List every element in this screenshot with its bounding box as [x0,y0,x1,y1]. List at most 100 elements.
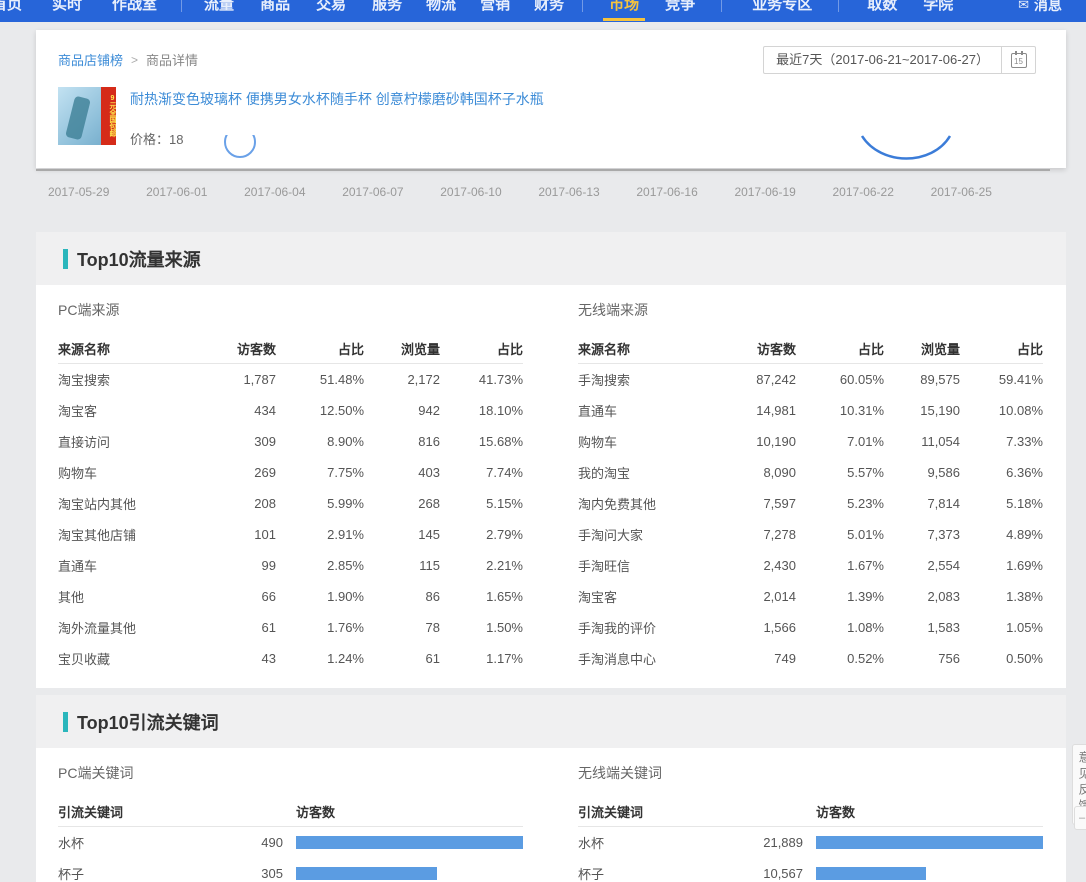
calendar-icon: 15 [1011,53,1027,68]
source-name: 淘宝客 [58,401,206,420]
source-name: 手淘搜索 [578,370,726,389]
views-pct-value: 18.10% [440,403,523,418]
trend-line-svg [36,135,1066,168]
table-row: 直通车 99 2.85% 115 2.21% [58,550,523,581]
axis-date-label: 2017-06-16 [636,185,697,199]
views-value: 268 [364,496,440,511]
table-header-row: 来源名称 访客数 占比 浏览量 占比 [58,334,523,364]
top-navbar: 首页 实时 作战室 流量 商品 交易 服务 物流 营销 财务 市场 竞争 业务专… [0,0,1086,22]
nav-item-realtime[interactable]: 实时 [52,0,82,22]
nav-item-logistics[interactable]: 物流 [426,0,456,22]
table-subtitle: 无线端来源 [578,300,1043,320]
nav-item-home[interactable]: 首页 [0,0,22,22]
visitors-value: 1,787 [206,372,276,387]
views-value: 816 [364,434,440,449]
axis-date-label: 2017-05-29 [48,185,109,199]
views-value: 145 [364,527,440,542]
keyword-bar [296,836,523,849]
views-value: 89,575 [884,372,960,387]
pc-keywords-table: PC端关键词 引流关键词 访客数 水杯 490 杯子 [58,763,523,882]
axis-date-label: 2017-06-07 [342,185,403,199]
date-range-label[interactable]: 最近7天（2017-06-21~2017-06-27） [764,47,1001,73]
views-value: 15,190 [884,403,960,418]
visitors-pct-value: 1.90% [276,589,364,604]
axis-date-label: 2017-06-10 [440,185,501,199]
table-row: 淘内免费其他 7,597 5.23% 7,814 5.18% [578,488,1043,519]
col-header-views: 浏览量 [364,339,440,358]
nav-item-marketing[interactable]: 营销 [480,0,510,22]
visitors-pct-value: 1.67% [796,558,884,573]
col-header-visitors: 访客数 [296,802,523,821]
source-name: 购物车 [58,463,206,482]
visitors-value: 7,278 [726,527,796,542]
keyword-bar [296,867,437,880]
chart-x-axis-line [36,169,1050,171]
visitors-value: 269 [206,465,276,480]
date-range-picker[interactable]: 最近7天（2017-06-21~2017-06-27） 15 [763,46,1036,74]
breadcrumb: 商品店铺榜 > 商品详情 [58,50,198,69]
product-title-link[interactable]: 耐热渐变色玻璃杯 便携男女水杯随手杯 创意柠檬磨砂韩国杯子水瓶 [130,89,544,109]
keywords-section: Top10引流关键词 PC端关键词 引流关键词 访客数 水杯 490 [36,695,1066,882]
visitors-pct-value: 1.24% [276,651,364,666]
bottle-graphic [65,96,91,141]
source-name: 淘内免费其他 [578,494,726,513]
visitors-pct-value: 1.76% [276,620,364,635]
source-name: 淘宝搜索 [58,370,206,389]
views-pct-value: 1.05% [960,620,1043,635]
col-header-visitors-pct: 占比 [796,339,884,358]
col-header-visitors: 访客数 [816,802,1043,821]
nav-item-goods[interactable]: 商品 [260,0,290,22]
nav-item-data-fetch[interactable]: 取数 [867,0,897,22]
views-pct-value: 15.68% [440,434,523,449]
table-subtitle: PC端关键词 [58,763,523,783]
table-row: 手淘我的评价 1,566 1.08% 1,583 1.05% [578,612,1043,643]
nav-item-business-zone[interactable]: 业务专区 [752,0,812,22]
section-accent-bar [63,249,68,269]
source-name: 直通车 [578,401,726,420]
feedback-collapse-button[interactable]: – [1074,806,1086,830]
axis-date-label: 2017-06-22 [833,185,894,199]
breadcrumb-parent-link[interactable]: 商品店铺榜 [58,50,123,69]
views-value: 1,583 [884,620,960,635]
views-pct-value: 6.36% [960,465,1043,480]
table-row: 手淘消息中心 749 0.52% 756 0.50% [578,643,1043,674]
visitors-pct-value: 51.48% [276,372,364,387]
visitors-pct-value: 5.99% [276,496,364,511]
trend-line-segment [862,136,950,159]
keyword-bar [816,836,1043,849]
col-header-source: 来源名称 [578,339,726,358]
views-value: 11,054 [884,434,960,449]
nav-item-trade[interactable]: 交易 [316,0,346,22]
views-pct-value: 59.41% [960,372,1043,387]
source-name: 淘宝客 [578,587,726,606]
calendar-button[interactable]: 15 [1001,47,1035,73]
nav-divider [838,0,839,12]
keyword-visitors-value: 21,889 [756,835,803,850]
nav-item-messages[interactable]: ✉ 消息 [1018,0,1062,15]
nav-divider [181,0,182,12]
nav-item-academy[interactable]: 学院 [923,0,953,22]
views-pct-value: 1.17% [440,651,523,666]
views-pct-value: 2.21% [440,558,523,573]
views-pct-value: 7.33% [960,434,1043,449]
highlight-point-ring [225,135,255,157]
nav-item-traffic[interactable]: 流量 [204,0,234,22]
source-name: 淘宝站内其他 [58,494,206,513]
keyword-row: 杯子 10,567 [578,858,1043,882]
col-header-keyword: 引流关键词 [58,802,236,821]
views-value: 9,586 [884,465,960,480]
nav-item-finance[interactable]: 财务 [534,0,564,22]
table-row: 购物车 269 7.75% 403 7.74% [58,457,523,488]
nav-item-warroom[interactable]: 作战室 [112,0,157,22]
nav-item-market-active[interactable]: 市场 [609,0,639,22]
views-value: 86 [364,589,440,604]
nav-item-competition[interactable]: 竞争 [665,0,695,22]
nav-item-service[interactable]: 服务 [372,0,402,22]
section-accent-bar [63,712,68,732]
views-value: 756 [884,651,960,666]
col-header-views-pct: 占比 [960,339,1043,358]
source-name: 其他 [58,587,206,606]
table-header-row: 来源名称 访客数 占比 浏览量 占比 [578,334,1043,364]
nav-divider [721,0,722,12]
views-value: 7,814 [884,496,960,511]
